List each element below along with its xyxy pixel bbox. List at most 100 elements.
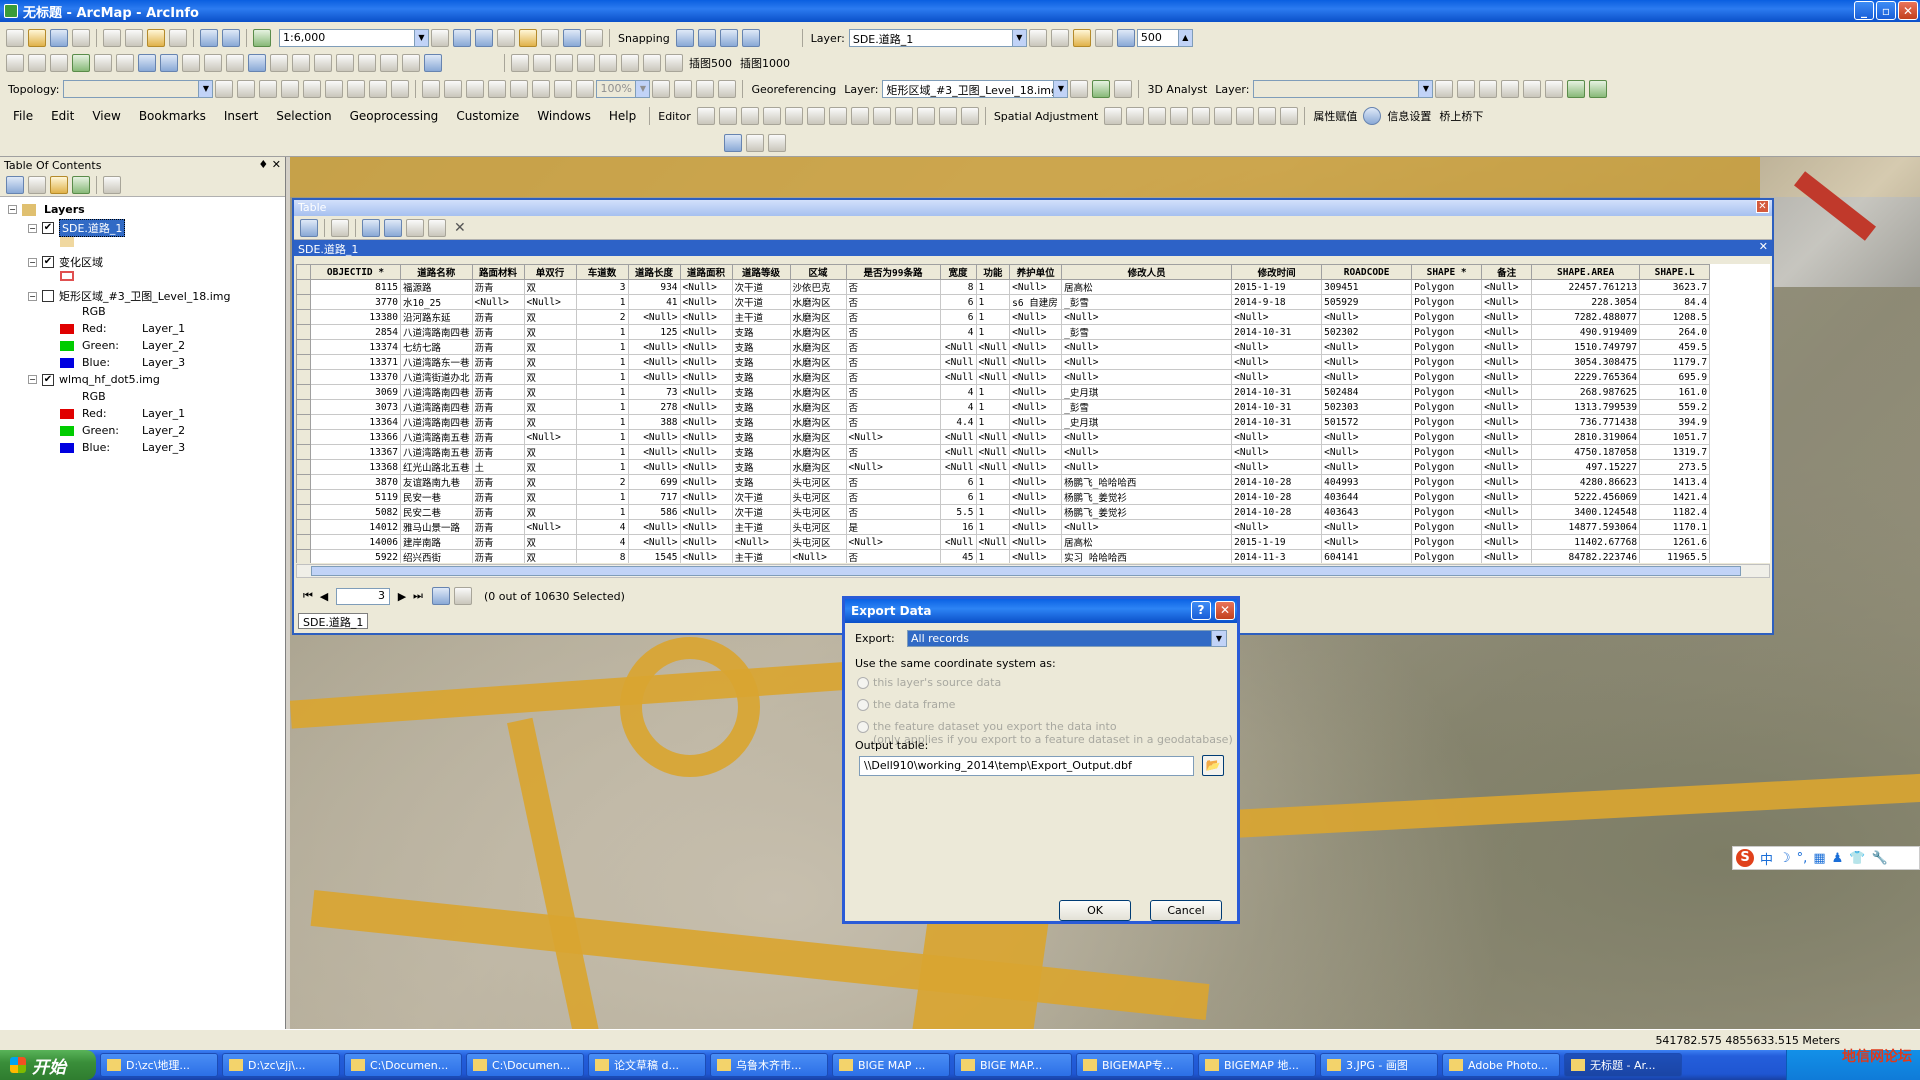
list-by-source-icon[interactable] bbox=[28, 175, 46, 194]
table-cell[interactable]: 双 bbox=[523, 549, 577, 563]
toc-window-icon[interactable] bbox=[453, 29, 471, 47]
table-row[interactable]: 13371 八道湾路东一巷 沥青双 1 <Null> <Null> 支路 水磨沟区否 <Null… bbox=[296, 354, 1711, 370]
table-cell[interactable]: 沥青 bbox=[471, 504, 525, 520]
column-header[interactable]: 单双行 bbox=[523, 264, 577, 280]
info-settings-button[interactable]: 信息设置 bbox=[1387, 108, 1431, 124]
table-cell[interactable]: 支路 bbox=[731, 414, 791, 430]
table-cell[interactable]: 杨鹏飞_哈哈哈西 bbox=[1061, 474, 1233, 490]
table-cell[interactable]: <Null> bbox=[523, 429, 577, 445]
table-cell[interactable]: 502303 bbox=[1321, 399, 1413, 415]
row-selector[interactable] bbox=[296, 279, 311, 295]
table-cell[interactable]: 1 bbox=[575, 504, 629, 520]
taskbar-item[interactable]: BIGEMAP专... bbox=[1076, 1053, 1194, 1077]
table-cell[interactable]: 934 bbox=[627, 279, 681, 295]
table-cell[interactable]: <Null> bbox=[1481, 444, 1533, 460]
table-cell[interactable]: 699 bbox=[627, 474, 681, 490]
collapse-icon[interactable]: − bbox=[28, 257, 37, 267]
minimize-button[interactable]: _ bbox=[1854, 1, 1874, 20]
table-cell[interactable]: 13371 bbox=[310, 354, 401, 370]
table-cell[interactable]: 1 bbox=[575, 294, 629, 310]
find-route-icon[interactable] bbox=[358, 54, 376, 72]
table-cell[interactable]: 沥青 bbox=[471, 339, 525, 355]
table-cell[interactable]: 双 bbox=[523, 279, 577, 295]
clear-selection-icon[interactable] bbox=[204, 54, 222, 72]
layer-name[interactable]: 矩形区域_#3_卫图_Level_18.img bbox=[59, 288, 231, 304]
table-cell[interactable]: 5.5 bbox=[939, 504, 977, 520]
table-cell[interactable]: 主干道 bbox=[731, 309, 791, 325]
pin-icon[interactable]: ♦ bbox=[258, 158, 268, 171]
table-cell[interactable]: <Null> bbox=[1481, 339, 1533, 355]
select-by-attributes-icon[interactable] bbox=[362, 218, 380, 237]
table-cell[interactable]: 实习_哈哈哈西 bbox=[1061, 549, 1233, 563]
table-row[interactable]: 13368 红光山路北五巷土双 1 <Null> <Null> 支路 水磨沟区 <Null> <… bbox=[296, 459, 1711, 475]
band-swatch[interactable] bbox=[60, 425, 74, 436]
taskbar-item[interactable]: C:\Documen... bbox=[344, 1053, 462, 1077]
table-cell[interactable]: 501572 bbox=[1321, 414, 1413, 430]
table-cell[interactable]: <Null> bbox=[679, 399, 733, 415]
table-cell[interactable]: 2229.765364 bbox=[1531, 369, 1641, 385]
3d-tool-4-icon[interactable] bbox=[1501, 80, 1520, 98]
table-cell[interactable]: <Null> bbox=[679, 459, 733, 475]
table-cell[interactable]: 双 bbox=[523, 489, 577, 505]
table-cell[interactable]: 403644 bbox=[1321, 489, 1413, 505]
taskbar-item[interactable]: D:\zc\zjj\... bbox=[222, 1053, 340, 1077]
ok-button[interactable]: OK bbox=[1059, 900, 1131, 921]
table-cell[interactable]: <Null> bbox=[1009, 549, 1063, 563]
table-cell[interactable]: 沥青 bbox=[471, 399, 525, 415]
column-header[interactable]: 区域 bbox=[789, 264, 847, 280]
table-cell[interactable]: 双 bbox=[523, 384, 577, 400]
table-cell[interactable]: 1 bbox=[575, 414, 629, 430]
table-cell[interactable]: 民安二巷 bbox=[400, 504, 473, 520]
table-cell[interactable]: <Null bbox=[939, 429, 977, 445]
next-record-icon[interactable]: ▶ bbox=[394, 590, 410, 603]
change-symbol-swatch[interactable] bbox=[60, 271, 74, 281]
table-cell[interactable]: <Null> bbox=[679, 369, 733, 385]
full-extent-icon[interactable] bbox=[72, 54, 90, 72]
table-row[interactable]: 3073 八道湾路南四巷 沥青双 1 278 <Null> 支路 水磨沟区否 4 1 <Null> _… bbox=[296, 399, 1711, 415]
3d-tool-5-icon[interactable] bbox=[1523, 80, 1542, 98]
table-cell[interactable]: 1179.7 bbox=[1639, 354, 1711, 370]
cut-2-icon[interactable] bbox=[872, 107, 891, 125]
table-cell[interactable]: 双 bbox=[523, 474, 577, 490]
table-bottom-tab[interactable]: SDE.道路_1 bbox=[298, 613, 369, 629]
menu-view[interactable]: View bbox=[92, 109, 120, 123]
table-cell[interactable]: <Null> bbox=[845, 429, 941, 445]
table-cell[interactable]: <Null> bbox=[1481, 384, 1533, 400]
table-cell[interactable]: 沥青 bbox=[471, 369, 525, 385]
table-cell[interactable]: <Null> bbox=[1481, 309, 1533, 325]
modify-link-icon[interactable] bbox=[1148, 107, 1167, 125]
list-by-selection-icon[interactable] bbox=[72, 175, 90, 194]
chevron-down-icon[interactable]: ▼ bbox=[1211, 631, 1226, 646]
table-cell[interactable]: 2014-10-31 bbox=[1231, 414, 1323, 430]
create-features-icon[interactable] bbox=[665, 54, 683, 72]
band-swatch[interactable] bbox=[60, 340, 74, 351]
table-cell[interactable]: <Null> bbox=[627, 444, 681, 460]
menu-help[interactable]: Help bbox=[609, 109, 636, 123]
table-cell[interactable]: 沥青 bbox=[471, 549, 525, 563]
layer-name[interactable]: SDE.道路_1 bbox=[59, 219, 126, 237]
table-row[interactable]: 13366 八道湾路南五巷 沥青 <Null> 1 <Null> <Null> 支路 水磨沟区 <… bbox=[296, 429, 1711, 445]
table-cell[interactable]: 双 bbox=[523, 399, 577, 415]
table-cell[interactable]: 头屯河区 bbox=[789, 489, 847, 505]
folder-browse-icon[interactable]: 📂 bbox=[1202, 755, 1224, 776]
table-cell[interactable]: Polygon bbox=[1411, 459, 1483, 475]
create-viewer-icon[interactable] bbox=[424, 54, 442, 72]
table-cell[interactable]: 水磨沟区 bbox=[789, 309, 847, 325]
table-cell[interactable]: 雅马山景一路 bbox=[400, 519, 473, 535]
layer-visibility-checkbox[interactable]: ✔ bbox=[42, 256, 54, 268]
menu-selection[interactable]: Selection bbox=[276, 109, 331, 123]
table-cell[interactable]: Polygon bbox=[1411, 324, 1483, 340]
table-cell[interactable]: 支路 bbox=[731, 339, 791, 355]
table-cell[interactable]: 支路 bbox=[731, 444, 791, 460]
start-button[interactable]: 开始 bbox=[0, 1050, 96, 1080]
option-feature-dataset[interactable]: the feature dataset you export the data … bbox=[857, 720, 1117, 733]
table-cell[interactable]: <Null> bbox=[1061, 429, 1233, 445]
topology-tool-8-icon[interactable] bbox=[369, 80, 388, 98]
table-cell[interactable]: <Null> bbox=[627, 459, 681, 475]
table-cell[interactable]: 1261.6 bbox=[1639, 534, 1711, 550]
table-cell[interactable]: 次干道 bbox=[731, 504, 791, 520]
table-cell[interactable]: 1 bbox=[575, 384, 629, 400]
table-cell[interactable]: <Null> bbox=[1231, 459, 1323, 475]
table-cell[interactable]: 6 bbox=[939, 294, 977, 310]
table-cell[interactable]: 388 bbox=[627, 414, 681, 430]
